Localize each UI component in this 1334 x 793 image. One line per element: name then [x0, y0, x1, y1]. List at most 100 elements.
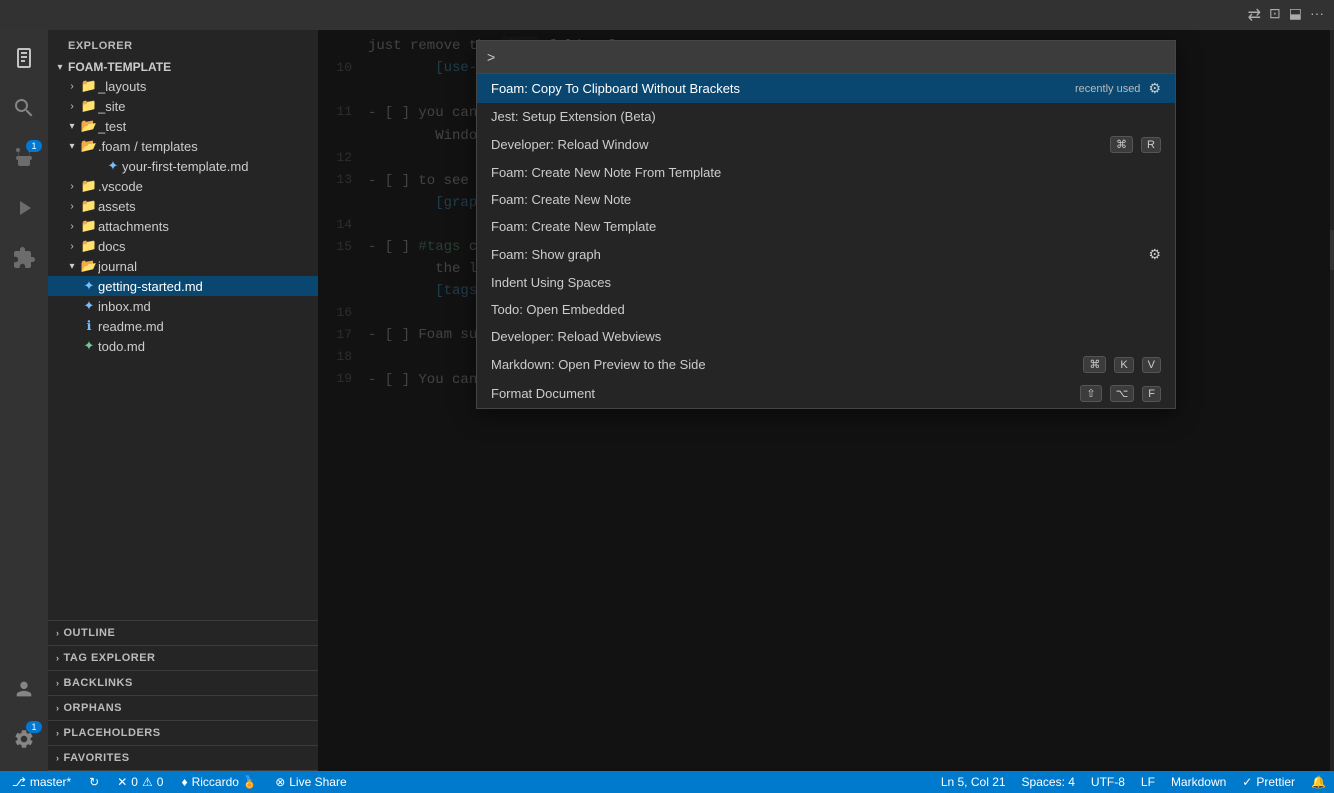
tree-root-folder[interactable]: ▾ FOAM-TEMPLATE [48, 58, 318, 76]
command-item-label: Jest: Setup Extension (Beta) [491, 109, 656, 124]
panel-backlinks-header[interactable]: › BACKLINKS [48, 671, 318, 695]
spaces-text: Spaces: 4 [1022, 775, 1075, 789]
chevron-right-icon: › [56, 753, 60, 763]
shortcut-alt: ⌥ [1110, 385, 1135, 402]
panel-favorites-header[interactable]: › FAVORITES [48, 746, 318, 770]
panel-tag-explorer-header[interactable]: › TAG EXPLORER [48, 646, 318, 670]
command-item-label: Todo: Open Embedded [491, 302, 625, 317]
folder-icon: 📁 [80, 78, 98, 94]
command-item-foam-copy[interactable]: Foam: Copy To Clipboard Without Brackets… [477, 74, 1175, 103]
chevron-right-icon: › [56, 653, 60, 663]
command-search-input[interactable] [501, 41, 1165, 73]
tree-item-readme[interactable]: ℹ readme.md [48, 316, 318, 336]
more-icon[interactable]: ··· [1310, 5, 1324, 25]
sidebar-tree: ▾ FOAM-TEMPLATE › 📁 _layouts › 📁 _site ▾ [48, 58, 318, 620]
status-live-share[interactable]: ⊗ Live Share [267, 771, 354, 793]
chevron-down-icon: ▾ [64, 261, 80, 272]
chevron-right-icon: › [56, 703, 60, 713]
source-control-badge: 1 [26, 140, 42, 152]
command-item-foam-show-graph[interactable]: Foam: Show graph ⚙ [477, 240, 1175, 269]
activity-settings[interactable]: 1 [0, 715, 48, 763]
panel-tag-explorer: › TAG EXPLORER [48, 646, 318, 671]
status-eol[interactable]: LF [1133, 771, 1163, 793]
panel-placeholders-header[interactable]: › PLACEHOLDERS [48, 721, 318, 745]
status-sync[interactable]: ↻ [81, 771, 107, 793]
command-item-format-document[interactable]: Format Document ⇧ ⌥ F [477, 379, 1175, 408]
chevron-right-icon: › [56, 628, 60, 638]
command-item-developer-reload-webviews[interactable]: Developer: Reload Webviews [477, 323, 1175, 350]
tree-item-vscode[interactable]: › 📁 .vscode [48, 176, 318, 196]
command-item-indent-spaces[interactable]: Indent Using Spaces [477, 269, 1175, 296]
folder-icon: 📁 [80, 98, 98, 114]
command-item-foam-create-template[interactable]: Foam: Create New Note From Template [477, 159, 1175, 186]
activity-extensions[interactable] [0, 234, 48, 282]
sidebar-title: EXPLORER [48, 30, 318, 58]
command-item-todo-embedded[interactable]: Todo: Open Embedded [477, 296, 1175, 323]
status-prettier[interactable]: ✓ Prettier [1234, 771, 1303, 793]
activity-run[interactable] [0, 184, 48, 232]
warning-icon: ⚠ [142, 775, 153, 789]
status-right: Ln 5, Col 21 Spaces: 4 UTF-8 LF Markdown… [933, 771, 1334, 793]
status-spaces[interactable]: Spaces: 4 [1014, 771, 1083, 793]
status-notifications[interactable]: 🔔 [1303, 771, 1334, 793]
error-count: 0 [131, 775, 138, 789]
command-item-label: Developer: Reload Window [491, 137, 649, 152]
activity-accounts[interactable] [0, 665, 48, 713]
status-branch[interactable]: ⎇ master* [4, 771, 79, 793]
chevron-right-icon: › [56, 728, 60, 738]
tree-item-inbox[interactable]: ✦ inbox.md [48, 296, 318, 316]
user-icon: ♦ [181, 775, 187, 789]
tree-item-template-md[interactable]: ✦ your-first-template.md [48, 156, 318, 176]
command-badge-recently-used: recently used [1075, 83, 1140, 95]
command-item-markdown-preview[interactable]: Markdown: Open Preview to the Side ⌘ K V [477, 350, 1175, 379]
status-encoding[interactable]: UTF-8 [1083, 771, 1133, 793]
remote-icon[interactable]: ⇄ [1248, 5, 1261, 25]
activity-explorer[interactable] [0, 34, 48, 82]
command-item-foam-create-new-template[interactable]: Foam: Create New Template [477, 213, 1175, 240]
file-info-icon: ℹ [80, 318, 98, 334]
tree-item-todo[interactable]: ✦ todo.md [48, 336, 318, 356]
sync-icon: ↻ [89, 775, 99, 789]
panel-orphans-header[interactable]: › ORPHANS [48, 696, 318, 720]
activity-search[interactable] [0, 84, 48, 132]
panel-icon[interactable]: ⬓ [1289, 5, 1302, 25]
panel-outline: › OUTLINE [48, 621, 318, 646]
live-share-label: Live Share [289, 775, 346, 789]
command-item-label: Foam: Copy To Clipboard Without Brackets [491, 81, 740, 96]
chevron-right-icon: › [64, 81, 80, 92]
activity-source-control[interactable]: 1 [0, 134, 48, 182]
layout-icon[interactable]: ⊡ [1269, 5, 1281, 25]
prettier-icon: ✓ [1242, 775, 1252, 789]
chevron-down-icon: ▾ [64, 121, 80, 132]
gear-icon[interactable]: ⚙ [1148, 246, 1161, 263]
tree-item-test[interactable]: ▾ 📂 _test [48, 116, 318, 136]
command-item-developer-reload[interactable]: Developer: Reload Window ⌘ R [477, 130, 1175, 159]
tree-item-journal[interactable]: ▾ 📂 journal [48, 256, 318, 276]
shortcut-r: R [1141, 137, 1161, 153]
status-position[interactable]: Ln 5, Col 21 [933, 771, 1014, 793]
command-palette[interactable]: > Foam: Copy To Clipboard Without Bracke… [476, 40, 1176, 409]
chevron-right-icon: › [64, 241, 80, 252]
chevron-right-icon: › [64, 221, 80, 232]
tree-item-docs[interactable]: › 📁 docs [48, 236, 318, 256]
tree-item-site[interactable]: › 📁 _site [48, 96, 318, 116]
tree-item-attachments[interactable]: › 📁 attachments [48, 216, 318, 236]
tree-item-foam-templates[interactable]: ▾ 📂 .foam / templates [48, 136, 318, 156]
file-md-icon: ✦ [80, 278, 98, 294]
tree-item-layouts[interactable]: › 📁 _layouts [48, 76, 318, 96]
command-item-jest[interactable]: Jest: Setup Extension (Beta) [477, 103, 1175, 130]
sidebar: EXPLORER ▾ FOAM-TEMPLATE › 📁 _layouts › … [48, 30, 318, 771]
language-text: Markdown [1171, 775, 1226, 789]
status-user[interactable]: ♦ Riccardo 🏅 [173, 771, 265, 793]
folder-icon: 📁 [80, 178, 98, 194]
tree-item-assets[interactable]: › 📁 assets [48, 196, 318, 216]
activity-bar: 1 1 [0, 30, 48, 771]
status-language[interactable]: Markdown [1163, 771, 1234, 793]
status-errors[interactable]: ✕ 0 ⚠ 0 [109, 771, 171, 793]
command-item-foam-create-note[interactable]: Foam: Create New Note [477, 186, 1175, 213]
gear-icon[interactable]: ⚙ [1148, 80, 1161, 97]
settings-badge: 1 [26, 721, 42, 733]
command-item-label: Foam: Show graph [491, 247, 601, 262]
panel-outline-header[interactable]: › OUTLINE [48, 621, 318, 645]
tree-item-getting-started[interactable]: ✦ getting-started.md [48, 276, 318, 296]
